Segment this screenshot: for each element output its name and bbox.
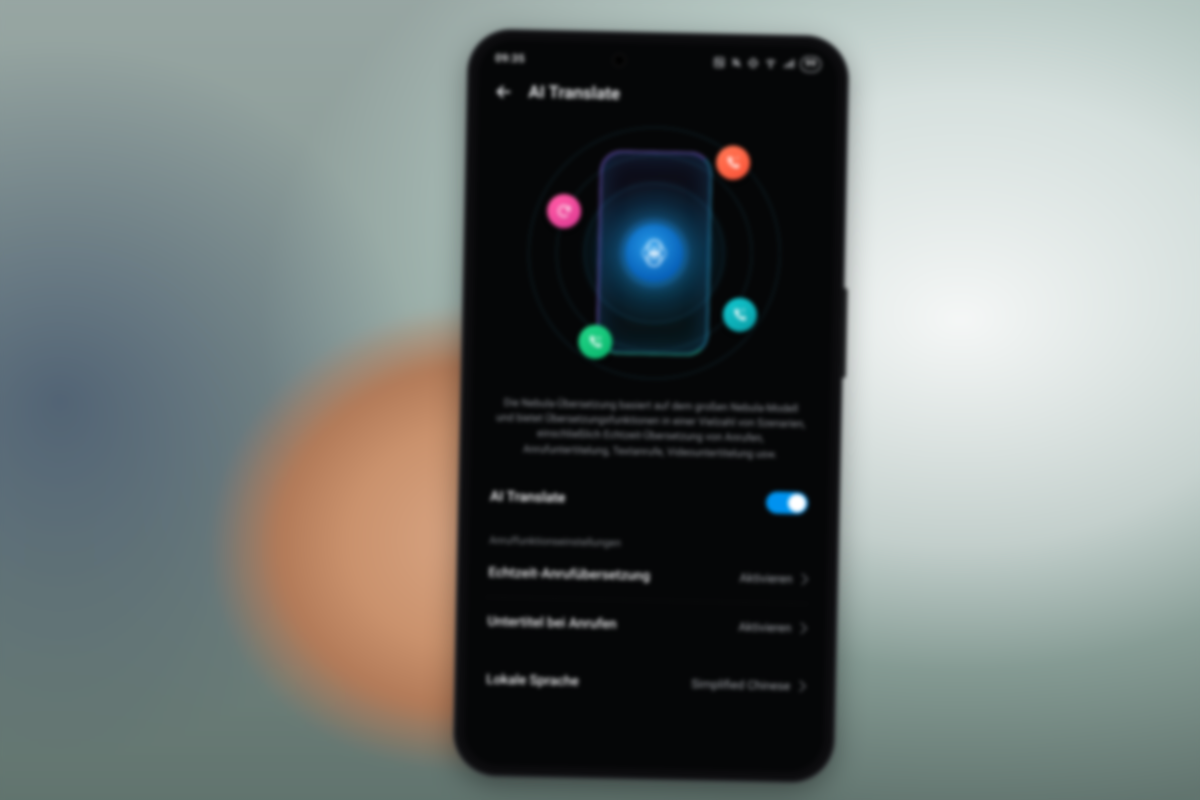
mute-bell-icon xyxy=(730,57,742,69)
phone-power-button xyxy=(841,288,848,378)
row-call-subtitles[interactable]: Untertitel bei Anrufen Aktivieren xyxy=(467,597,826,652)
orbit-icon-pink xyxy=(547,194,582,229)
hero-illustration: AI AI T xyxy=(472,114,836,391)
translate-cycle-icon xyxy=(556,203,572,219)
svg-text:AI: AI xyxy=(649,248,658,258)
page-header: AI Translate xyxy=(478,70,837,115)
separator xyxy=(486,596,808,604)
row-label: Untertitel bei Anrufen xyxy=(487,613,617,632)
row-value: Aktivieren xyxy=(738,620,805,635)
orbit-icon-teal: T xyxy=(723,297,758,332)
orbit-ring-outer xyxy=(526,124,783,381)
status-bar: 09:35 99 xyxy=(479,40,838,77)
status-spacer-right xyxy=(624,60,713,62)
front-camera-hole xyxy=(614,55,624,65)
nfc-icon xyxy=(713,56,725,68)
master-toggle-switch[interactable] xyxy=(766,491,808,514)
photo-background: 09:35 99 AI Translate xyxy=(0,0,1200,800)
master-toggle-label: AI Translate xyxy=(490,489,566,507)
wifi-icon xyxy=(764,57,777,69)
row-local-language[interactable]: Lokale Sprache Simplified Chinese xyxy=(466,655,825,710)
chevron-right-icon xyxy=(796,622,807,633)
row-value: Aktivieren xyxy=(739,571,806,586)
phone-device: 09:35 99 AI Translate xyxy=(454,30,847,782)
call-text-icon: T xyxy=(732,307,748,323)
chevron-right-icon xyxy=(797,573,808,584)
phone-voice-icon xyxy=(725,155,741,171)
master-toggle-row[interactable]: AI Translate xyxy=(470,469,829,530)
orbit-ring-inner xyxy=(583,182,726,325)
back-button[interactable] xyxy=(492,81,514,103)
section-gap xyxy=(467,645,825,662)
status-time: 09:35 xyxy=(495,51,525,65)
orbit-ring-mid xyxy=(554,153,754,353)
svg-text:T: T xyxy=(742,309,746,315)
hand-placeholder xyxy=(72,157,948,800)
orbit-icon-orange xyxy=(716,145,751,180)
row-label: Echtzeit-Anrufübersetzung xyxy=(488,565,650,584)
orbit-icon-green: AI xyxy=(578,324,613,359)
chevron-right-icon xyxy=(795,680,806,691)
row-value: Simplified Chinese xyxy=(691,677,804,693)
page-title: AI Translate xyxy=(528,82,620,104)
row-label: Lokale Sprache xyxy=(486,671,579,689)
phone-outline-graphic xyxy=(596,150,712,356)
status-spacer-left xyxy=(525,58,614,60)
section-caption-calls: Anruffunktionseinstellungen xyxy=(469,523,827,555)
battery-indicator: 99 xyxy=(800,56,821,72)
vibrate-icon xyxy=(747,57,759,69)
svg-text:AI: AI xyxy=(596,336,601,342)
screen: 09:35 99 AI Translate xyxy=(464,40,837,771)
feature-description: Die Nebula-Übersetzung basiert auf dem g… xyxy=(471,394,830,476)
ai-badge: AI xyxy=(625,223,684,282)
center-glow xyxy=(578,176,731,329)
status-icons: 99 xyxy=(713,54,821,72)
ai-knot-icon: AI xyxy=(637,236,672,271)
row-realtime-call-translation[interactable]: Echtzeit-Anrufübersetzung Aktivieren xyxy=(468,548,827,603)
arrow-left-icon xyxy=(493,82,513,102)
signal-icon xyxy=(782,58,795,70)
call-ai-icon: AI xyxy=(587,334,603,350)
